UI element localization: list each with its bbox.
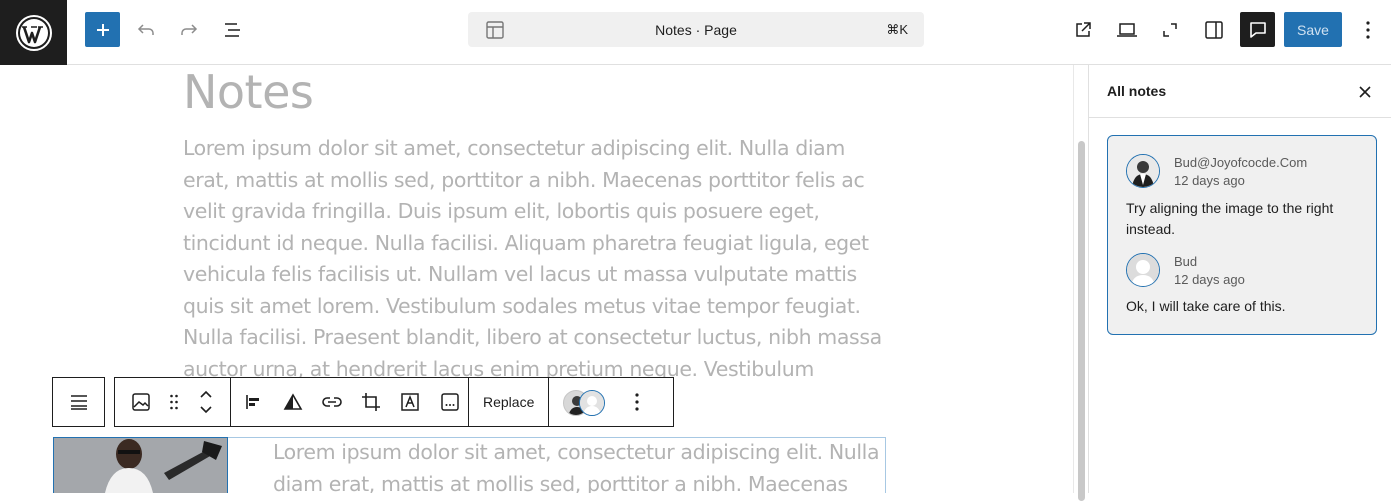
align-button[interactable] <box>231 378 275 426</box>
note-thread-card[interactable]: Bud@Joyofcocde.Com 12 days ago Try align… <box>1107 135 1377 335</box>
note-timestamp: 12 days ago <box>1174 173 1245 188</box>
sidebar-title: All notes <box>1107 83 1167 99</box>
zoom-out-button[interactable] <box>1152 12 1188 48</box>
move-arrows[interactable] <box>181 378 231 426</box>
editor-canvas[interactable]: Notes Lorem ipsum dolor sit amet, consec… <box>0 65 1073 493</box>
view-page-button[interactable] <box>1065 12 1101 48</box>
block-options-button[interactable] <box>617 378 657 426</box>
avatar <box>1126 253 1160 287</box>
avatar <box>579 390 606 416</box>
editor-header: Notes · Page ⌘K Save <box>0 0 1391 65</box>
user-photo-icon <box>1127 155 1159 187</box>
filter-icon <box>283 393 303 410</box>
add-text-over-image-button[interactable] <box>389 378 431 426</box>
paragraph-block[interactable]: Lorem ipsum dolor sit amet, consectetur … <box>183 133 888 385</box>
align-left-icon <box>246 395 259 409</box>
duotone-filter-button[interactable] <box>275 378 311 426</box>
redo-button[interactable] <box>171 12 207 48</box>
caption-icon <box>440 393 459 411</box>
notes-toggle-button[interactable] <box>1240 12 1275 47</box>
add-block-button[interactable] <box>85 12 120 47</box>
document-overview-button[interactable] <box>215 12 251 48</box>
reply-author: Bud <box>1174 254 1198 269</box>
image-icon <box>132 393 150 411</box>
note-text: Try aligning the image to the right inst… <box>1126 200 1334 237</box>
notes-sidebar: All notes Bud@Joyofcocde.Com 12 days ago… <box>1088 65 1391 493</box>
note-author: Bud@Joyofcocde.Com <box>1174 155 1308 170</box>
scrollbar-thumb[interactable] <box>1078 141 1085 501</box>
select-parent-button[interactable] <box>53 378 104 426</box>
crop-icon <box>362 393 380 411</box>
device-preview-button[interactable] <box>1109 12 1145 48</box>
fullscreen-icon <box>1163 23 1177 37</box>
drag-icon <box>170 394 178 410</box>
block-toolbar: Replace <box>114 377 674 427</box>
close-sidebar-button[interactable] <box>1354 81 1376 103</box>
replace-button[interactable]: Replace <box>469 378 550 426</box>
text-over-image-icon <box>401 393 419 411</box>
notes-avatars-button[interactable] <box>549 378 617 426</box>
page-title[interactable]: Notes <box>183 65 314 120</box>
settings-sidebar-button[interactable] <box>1196 12 1232 48</box>
redo-icon <box>181 24 198 35</box>
wordpress-icon <box>15 14 52 51</box>
guitarist-photo <box>54 438 227 493</box>
save-button[interactable]: Save <box>1284 12 1342 47</box>
reply-text[interactable]: Ok, I will take care of this. <box>1126 296 1366 317</box>
block-toolbar-parent <box>52 377 105 427</box>
insert-link-button[interactable] <box>311 378 353 426</box>
reply-timestamp: 12 days ago <box>1174 272 1245 287</box>
list-view-icon <box>225 23 240 37</box>
desktop-icon <box>1117 23 1137 37</box>
more-vertical-icon <box>1366 21 1370 39</box>
align-justify-icon <box>70 395 87 410</box>
sidebar-header: All notes <box>1089 65 1391 118</box>
comment-icon <box>1249 21 1266 38</box>
image-block-type-button[interactable] <box>115 378 167 426</box>
document-title: Notes · Page <box>655 21 737 38</box>
link-icon <box>322 397 342 407</box>
undo-button[interactable] <box>128 12 164 48</box>
default-user-icon <box>580 391 605 415</box>
avatar <box>1126 154 1160 188</box>
sidebar-icon <box>1205 21 1223 39</box>
wordpress-logo-button[interactable] <box>0 0 67 65</box>
plus-icon <box>96 23 109 36</box>
media-text-paragraph[interactable]: Lorem ipsum dolor sit amet, consectetur … <box>273 437 885 493</box>
default-user-icon <box>1127 254 1159 286</box>
chevron-down-icon[interactable] <box>199 405 213 415</box>
command-palette-bar[interactable]: Notes · Page ⌘K <box>468 12 924 47</box>
add-caption-button[interactable] <box>431 378 469 426</box>
image-block-thumbnail[interactable] <box>53 437 228 493</box>
more-vertical-icon <box>635 393 639 411</box>
keyboard-shortcut: ⌘K <box>886 21 908 37</box>
external-link-icon <box>1076 22 1091 37</box>
canvas-scrollbar[interactable] <box>1073 65 1089 501</box>
drag-handle[interactable] <box>167 378 181 426</box>
options-menu-button[interactable] <box>1350 12 1386 48</box>
close-icon <box>1359 86 1371 98</box>
crop-button[interactable] <box>353 378 389 426</box>
undo-icon <box>137 24 154 35</box>
chevron-up-icon[interactable] <box>199 389 213 399</box>
